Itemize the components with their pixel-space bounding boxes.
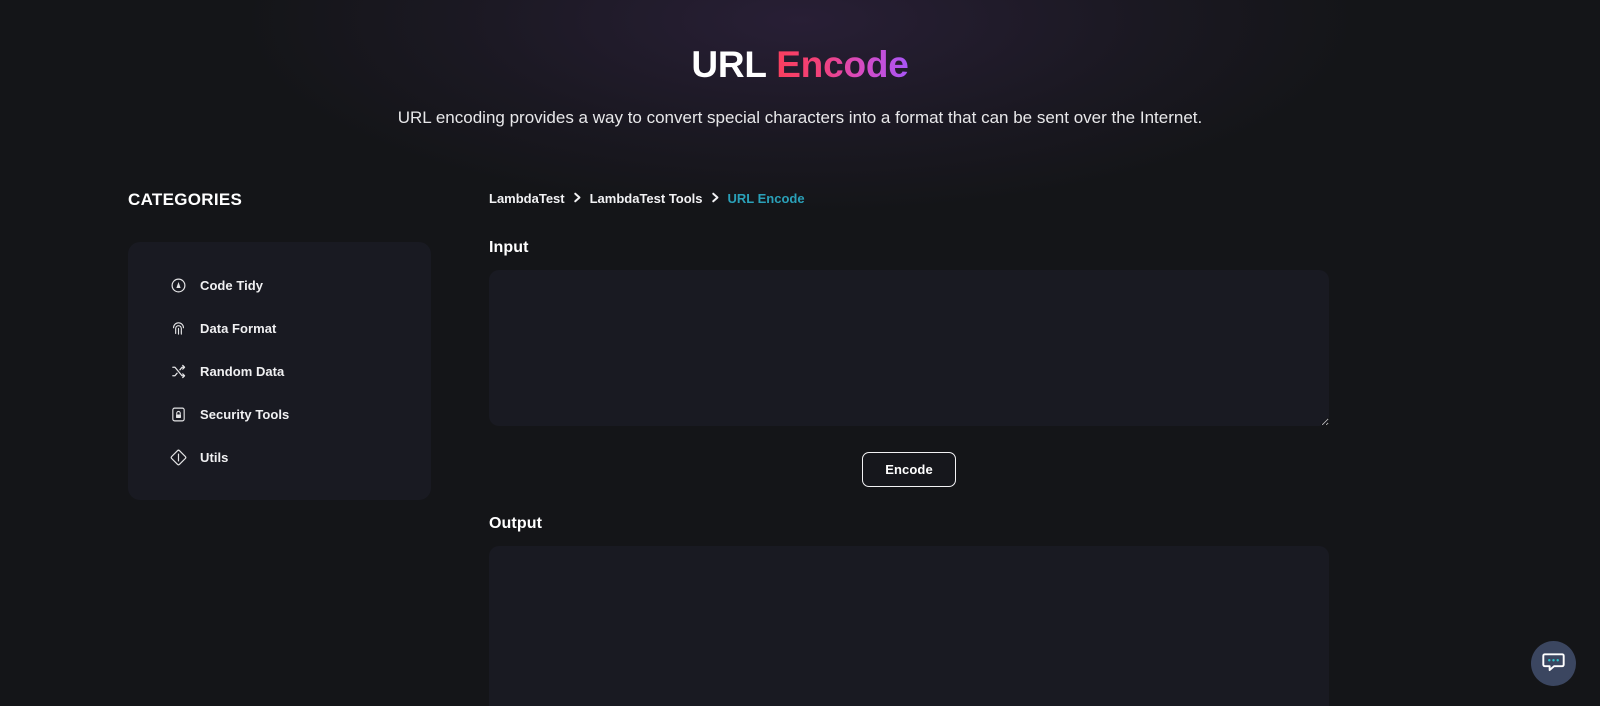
- chevron-right-icon: [573, 192, 582, 206]
- sidebar-item-label: Random Data: [200, 363, 285, 379]
- input-textarea[interactable]: [489, 270, 1329, 427]
- lock-icon: [170, 406, 187, 423]
- sidebar-item-code-tidy[interactable]: Code Tidy: [128, 272, 431, 298]
- code-tidy-icon: [170, 277, 187, 294]
- shuffle-icon: [170, 363, 187, 380]
- page-subtitle: URL encoding provides a way to convert s…: [397, 108, 1203, 128]
- encode-button[interactable]: Encode: [862, 452, 956, 488]
- sidebar-item-label: Security Tools: [200, 406, 290, 422]
- output-label: Output: [489, 515, 543, 533]
- sidebar-item-random-data[interactable]: Random Data: [128, 358, 431, 384]
- category-list-card: Code Tidy Data Format Random Data Securi…: [128, 242, 431, 501]
- sidebar-item-label: Utils: [200, 449, 229, 465]
- breadcrumb-item-lambdatest[interactable]: LambdaTest: [489, 191, 565, 206]
- action-row: Encode: [489, 452, 1329, 488]
- output-textarea[interactable]: [489, 546, 1329, 706]
- input-label: Input: [489, 239, 529, 257]
- page-root: URL Encode URL encoding provides a way t…: [0, 0, 1600, 706]
- fingerprint-icon: [170, 320, 187, 337]
- chevron-right-icon: [711, 192, 720, 206]
- content-area: CATEGORIES Code Tidy Data Format Random …: [0, 190, 1600, 706]
- categories-heading: CATEGORIES: [128, 190, 243, 210]
- breadcrumb: LambdaTest LambdaTest Tools URL Encode: [489, 190, 1332, 207]
- sidebar-item-data-format[interactable]: Data Format: [128, 315, 431, 341]
- tool-panel: LambdaTest LambdaTest Tools URL Encode I…: [432, 190, 1332, 706]
- breadcrumb-item-lambdatest-tools[interactable]: LambdaTest Tools: [590, 191, 703, 206]
- sidebar-item-utils[interactable]: Utils: [128, 444, 431, 470]
- sidebar: CATEGORIES Code Tidy Data Format Random …: [128, 190, 432, 706]
- chat-bubble-icon: [1541, 649, 1566, 679]
- page-title-plain: URL: [691, 44, 777, 85]
- page-title: URL Encode: [0, 42, 1600, 88]
- sidebar-item-label: Data Format: [200, 320, 277, 336]
- page-title-accent: Encode: [776, 44, 909, 85]
- diamond-icon: [170, 449, 187, 466]
- hero-section: URL Encode URL encoding provides a way t…: [0, 0, 1600, 130]
- sidebar-item-label: Code Tidy: [200, 277, 264, 293]
- chat-widget-button[interactable]: [1531, 641, 1576, 686]
- sidebar-item-security-tools[interactable]: Security Tools: [128, 401, 431, 427]
- breadcrumb-item-current: URL Encode: [727, 191, 805, 207]
